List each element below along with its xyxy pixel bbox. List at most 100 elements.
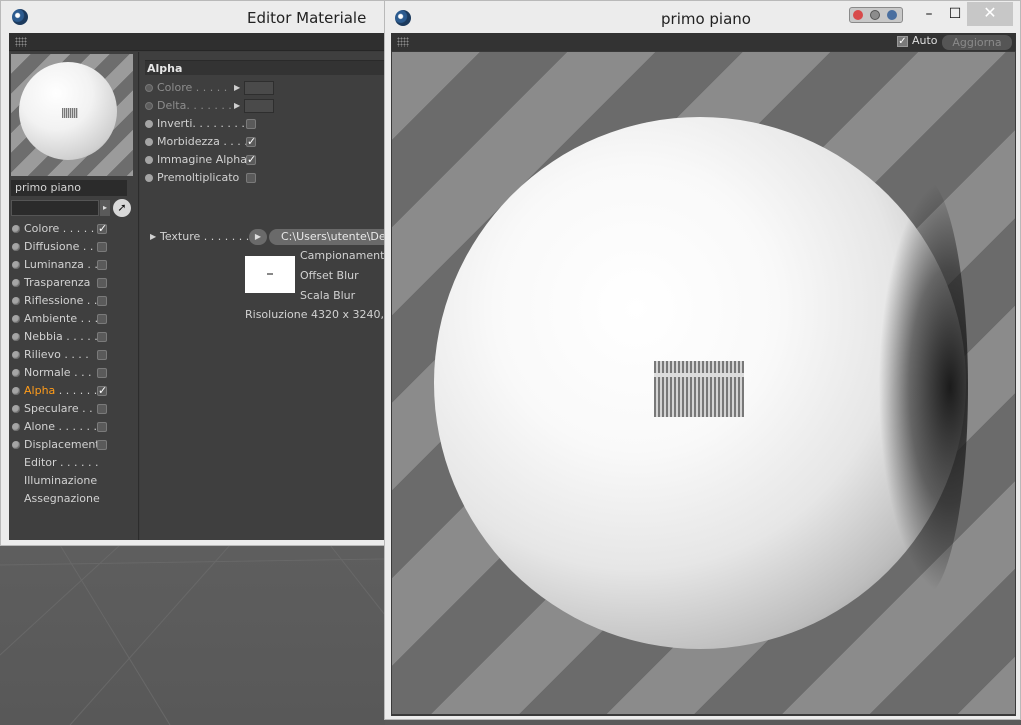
channel-checkbox[interactable] (97, 350, 107, 360)
prop-label: Premoltiplicato (157, 171, 240, 184)
morbidezza-checkbox[interactable]: ✓ (246, 136, 256, 147)
channel-panel: primo piano ▸ ➚ Colore . . . . . ✓ Diffu… (9, 52, 139, 540)
texture-thumbnail[interactable] (245, 256, 295, 293)
minimize-button[interactable]: – (919, 5, 939, 25)
pick-cursor-button[interactable]: ➚ (113, 199, 131, 217)
radio-dot-icon (12, 441, 20, 449)
update-button[interactable]: Aggiorna (942, 35, 1012, 50)
channel-list: Colore . . . . . ✓ Diffusione . . Lumina… (9, 220, 137, 508)
grip-icon[interactable] (15, 37, 27, 47)
channel-label: Displacement (24, 438, 100, 451)
material-editor-titlebar[interactable]: Editor Materiale (1, 1, 384, 33)
radio-dot-icon (145, 120, 153, 128)
window-title: primo piano (661, 10, 751, 28)
expand-triangle-icon[interactable]: ▶ (150, 228, 156, 246)
prop-label: Immagine Alpha (157, 153, 247, 166)
viewer-window: primo piano – ☐ ✕ ✓ Auto Aggiorna (384, 0, 1021, 720)
thumbnail-mark (267, 273, 273, 275)
globe-icon[interactable] (887, 10, 897, 20)
expand-triangle-icon[interactable]: ▶ (234, 97, 240, 115)
channel-checkbox[interactable]: ✓ (97, 223, 107, 234)
channel-label: Alpha . . . . . . (24, 384, 98, 397)
channel-checkbox[interactable] (97, 368, 107, 378)
sphere-texture-patch (654, 361, 744, 417)
channel-item-luminanza[interactable]: Luminanza . . (9, 256, 137, 274)
radio-dot-icon (12, 351, 20, 359)
channel-item-normale[interactable]: Normale . . . (9, 364, 137, 382)
channel-label: Speculare . . (24, 402, 93, 415)
immagine-alpha-checkbox[interactable]: ✓ (246, 154, 256, 165)
channel-item-displacement[interactable]: Displacement (9, 436, 137, 454)
channel-label: Nebbia . . . . . (24, 330, 98, 343)
maximize-button[interactable]: ☐ (945, 5, 965, 25)
viewer-titlebar[interactable]: primo piano – ☐ ✕ (385, 1, 1020, 33)
channel-item-nebbia[interactable]: Nebbia . . . . . (9, 328, 137, 346)
radio-dot-icon (12, 279, 20, 287)
channel-checkbox[interactable] (97, 422, 107, 432)
channel-search-input[interactable] (11, 200, 99, 216)
close-button[interactable]: ✕ (967, 2, 1013, 26)
texture-row: ▶ Texture . . . . . . . . ▶ C:\Users\ute… (145, 228, 385, 246)
grip-icon[interactable] (397, 37, 409, 47)
record-icon[interactable] (853, 10, 863, 20)
panel-item-assegnazione[interactable]: Assegnazione (9, 490, 137, 508)
inverti-checkbox[interactable] (246, 119, 256, 129)
texture-menu-button[interactable]: ▶ (249, 229, 267, 245)
texture-info-offset-blur: Offset Blur (300, 269, 359, 282)
radio-dot-icon (145, 84, 153, 92)
section-title: Alpha (145, 60, 385, 75)
channel-label: Riflessione . . (24, 294, 98, 307)
radio-dot-icon (12, 243, 20, 251)
channel-checkbox[interactable] (97, 278, 107, 288)
channel-checkbox[interactable] (97, 296, 107, 306)
channel-label: Trasparenza (24, 276, 91, 289)
color-swatch[interactable] (244, 81, 274, 95)
material-name-field[interactable]: primo piano (11, 180, 127, 196)
material-editor-body: primo piano ▸ ➚ Colore . . . . . ✓ Diffu… (9, 33, 385, 540)
channel-item-alpha[interactable]: Alpha . . . . . . ✓ (9, 382, 137, 400)
channel-item-alone[interactable]: Alone . . . . . . (9, 418, 137, 436)
panel-item-illuminazione[interactable]: Illuminazione (9, 472, 137, 490)
channel-checkbox[interactable] (97, 314, 107, 324)
radio-dot-icon (12, 261, 20, 269)
premoltiplicato-checkbox[interactable] (246, 173, 256, 183)
channel-checkbox[interactable]: ✓ (97, 385, 107, 396)
texture-path-field[interactable]: C:\Users\utente\Desk (269, 229, 385, 245)
channel-checkbox[interactable] (97, 242, 107, 252)
channel-item-trasparenza[interactable]: Trasparenza (9, 274, 137, 292)
radio-dot-icon (12, 315, 20, 323)
cursor-icon: ➚ (117, 201, 127, 214)
channel-checkbox[interactable] (97, 260, 107, 270)
channel-checkbox[interactable] (97, 332, 107, 342)
channel-item-ambiente[interactable]: Ambiente . . . (9, 310, 137, 328)
expand-triangle-icon[interactable]: ▶ (234, 79, 240, 97)
panel-item-label: Illuminazione (24, 474, 98, 487)
channel-item-riflessione[interactable]: Riflessione . . (9, 292, 137, 310)
channel-item-rilievo[interactable]: Rilievo . . . . (9, 346, 137, 364)
material-render-view[interactable] (392, 52, 1015, 714)
channel-checkbox[interactable] (97, 440, 107, 450)
sphere-shadow (878, 177, 968, 597)
radio-dot-icon (12, 387, 20, 395)
radio-dot-icon (12, 297, 20, 305)
channel-item-speculare[interactable]: Speculare . . (9, 400, 137, 418)
prop-label: Morbidezza . . . . (157, 135, 248, 148)
auto-checkbox[interactable]: ✓ (897, 36, 908, 47)
channel-label: Alone . . . . . . (24, 420, 98, 433)
panel-item-editor[interactable]: Editor . . . . . . (9, 454, 137, 472)
radio-dot-icon (145, 156, 153, 164)
channel-item-colore[interactable]: Colore . . . . . ✓ (9, 220, 137, 238)
viewer-toolstrip: ✓ Auto Aggiorna (391, 33, 1016, 51)
eye-icon[interactable] (870, 10, 880, 20)
auto-label: Auto (912, 34, 938, 47)
search-arrow-icon[interactable]: ▸ (100, 200, 110, 216)
color-swatch[interactable] (244, 99, 274, 113)
texture-info-campionamento: Campionamento (300, 249, 385, 262)
material-preview[interactable] (11, 54, 133, 176)
channel-label: Luminanza . . (24, 258, 98, 271)
material-editor-window: Editor Materiale primo piano ▸ ➚ Colore … (0, 0, 385, 546)
channel-label: Rilievo . . . . (24, 348, 89, 361)
channel-checkbox[interactable] (97, 404, 107, 414)
channel-item-diffusione[interactable]: Diffusione . . (9, 238, 137, 256)
rendered-sphere (434, 117, 968, 649)
